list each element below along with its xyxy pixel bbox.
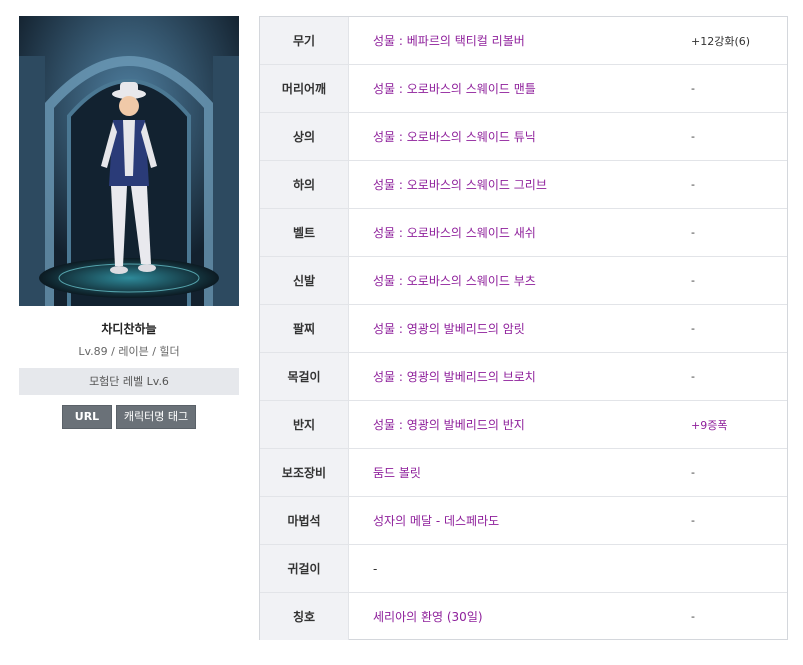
- equipment-row-sub-equip: 보조장비 둠드 볼릿 -: [260, 449, 787, 497]
- slot-label: 마법석: [260, 497, 349, 544]
- slot-label: 상의: [260, 113, 349, 160]
- item-name-link[interactable]: 성물 : 영광의 발베리드의 암릿: [349, 305, 691, 352]
- slot-label: 칭호: [260, 593, 349, 640]
- item-reinforce: -: [691, 82, 695, 95]
- equipment-row-ring: 반지 성물 : 영광의 발베리드의 반지 +9증폭: [260, 401, 787, 449]
- slot-label: 팔찌: [260, 305, 349, 352]
- slot-label: 하의: [260, 161, 349, 208]
- item-name-link[interactable]: 성물 : 오로바스의 스웨이드 튜닉: [349, 113, 691, 160]
- item-name-link[interactable]: 세리아의 환영 (30일): [349, 593, 691, 640]
- item-amplify: +9증폭: [691, 418, 728, 432]
- item-name-link[interactable]: 성자의 메달 - 데스페라도: [349, 497, 691, 544]
- item-reinforce: -: [691, 610, 695, 623]
- url-button[interactable]: URL: [62, 405, 112, 429]
- item-name-link[interactable]: 둠드 볼릿: [349, 449, 691, 496]
- equipment-row-earring: 귀걸이 -: [260, 545, 787, 593]
- item-name-link[interactable]: 성물 : 오로바스의 스웨이드 그리브: [349, 161, 691, 208]
- equipment-table: 무기 성물 : 베파르의 택티컬 리볼버 +12강화(6) 머리어깨 성물 : …: [259, 16, 788, 640]
- item-reinforce: -: [691, 322, 695, 335]
- slot-label: 목걸이: [260, 353, 349, 400]
- item-reinforce: -: [691, 466, 695, 479]
- item-name-empty: -: [373, 561, 378, 576]
- item-name-link[interactable]: 성물 : 오로바스의 스웨이드 새쉬: [349, 209, 691, 256]
- equipment-row-bottom: 하의 성물 : 오로바스의 스웨이드 그리브 -: [260, 161, 787, 209]
- character-panel: 차디찬하늘 Lv.89 / 레이븐 / 힐더 모험단 레벨 Lv.6 URL 캐…: [19, 16, 239, 429]
- equipment-row-magic-stone: 마법석 성자의 메달 - 데스페라도 -: [260, 497, 787, 545]
- character-buttons: URL 캐릭터명 태그: [19, 405, 239, 429]
- equipment-row-belt: 벨트 성물 : 오로바스의 스웨이드 새쉬 -: [260, 209, 787, 257]
- item-name-link[interactable]: 성물 : 영광의 발베리드의 반지: [349, 401, 691, 448]
- character-tag-button[interactable]: 캐릭터명 태그: [116, 405, 196, 429]
- equipment-row-shoes: 신발 성물 : 오로바스의 스웨이드 부츠 -: [260, 257, 787, 305]
- adventure-level: 모험단 레벨 Lv.6: [19, 368, 239, 395]
- slot-label: 귀걸이: [260, 545, 349, 592]
- item-reinforce: -: [691, 514, 695, 527]
- character-info: Lv.89 / 레이븐 / 힐더: [78, 345, 180, 358]
- item-reinforce: -: [691, 226, 695, 239]
- equipment-row-top: 상의 성물 : 오로바스의 스웨이드 튜닉 -: [260, 113, 787, 161]
- item-reinforce: -: [691, 130, 695, 143]
- slot-label: 보조장비: [260, 449, 349, 496]
- slot-label: 신발: [260, 257, 349, 304]
- item-reinforce: -: [691, 274, 695, 287]
- character-name: 차디찬하늘: [101, 322, 157, 336]
- item-reinforce: -: [691, 370, 695, 383]
- character-illustration: [19, 16, 239, 306]
- item-reinforce: +12강화(6): [691, 34, 751, 48]
- item-name-link[interactable]: 성물 : 오로바스의 스웨이드 부츠: [349, 257, 691, 304]
- slot-label: 벨트: [260, 209, 349, 256]
- slot-label: 무기: [260, 17, 349, 64]
- item-name-link[interactable]: 성물 : 오로바스의 스웨이드 맨틀: [349, 65, 691, 112]
- equipment-row-bracelet: 팔찌 성물 : 영광의 발베리드의 암릿 -: [260, 305, 787, 353]
- item-name-link[interactable]: 성물 : 베파르의 택티컬 리볼버: [349, 17, 691, 64]
- equipment-row-title: 칭호 세리아의 환영 (30일) -: [260, 593, 787, 640]
- slot-label: 반지: [260, 401, 349, 448]
- item-reinforce: [691, 545, 787, 592]
- equipment-row-necklace: 목걸이 성물 : 영광의 발베리드의 브로치 -: [260, 353, 787, 401]
- equipment-row-head-shoulder: 머리어깨 성물 : 오로바스의 스웨이드 맨틀 -: [260, 65, 787, 113]
- item-name-link[interactable]: 성물 : 영광의 발베리드의 브로치: [349, 353, 691, 400]
- character-portrait: [19, 16, 239, 306]
- item-reinforce: -: [691, 178, 695, 191]
- equipment-row-weapon: 무기 성물 : 베파르의 택티컬 리볼버 +12강화(6): [260, 17, 787, 65]
- slot-label: 머리어깨: [260, 65, 349, 112]
